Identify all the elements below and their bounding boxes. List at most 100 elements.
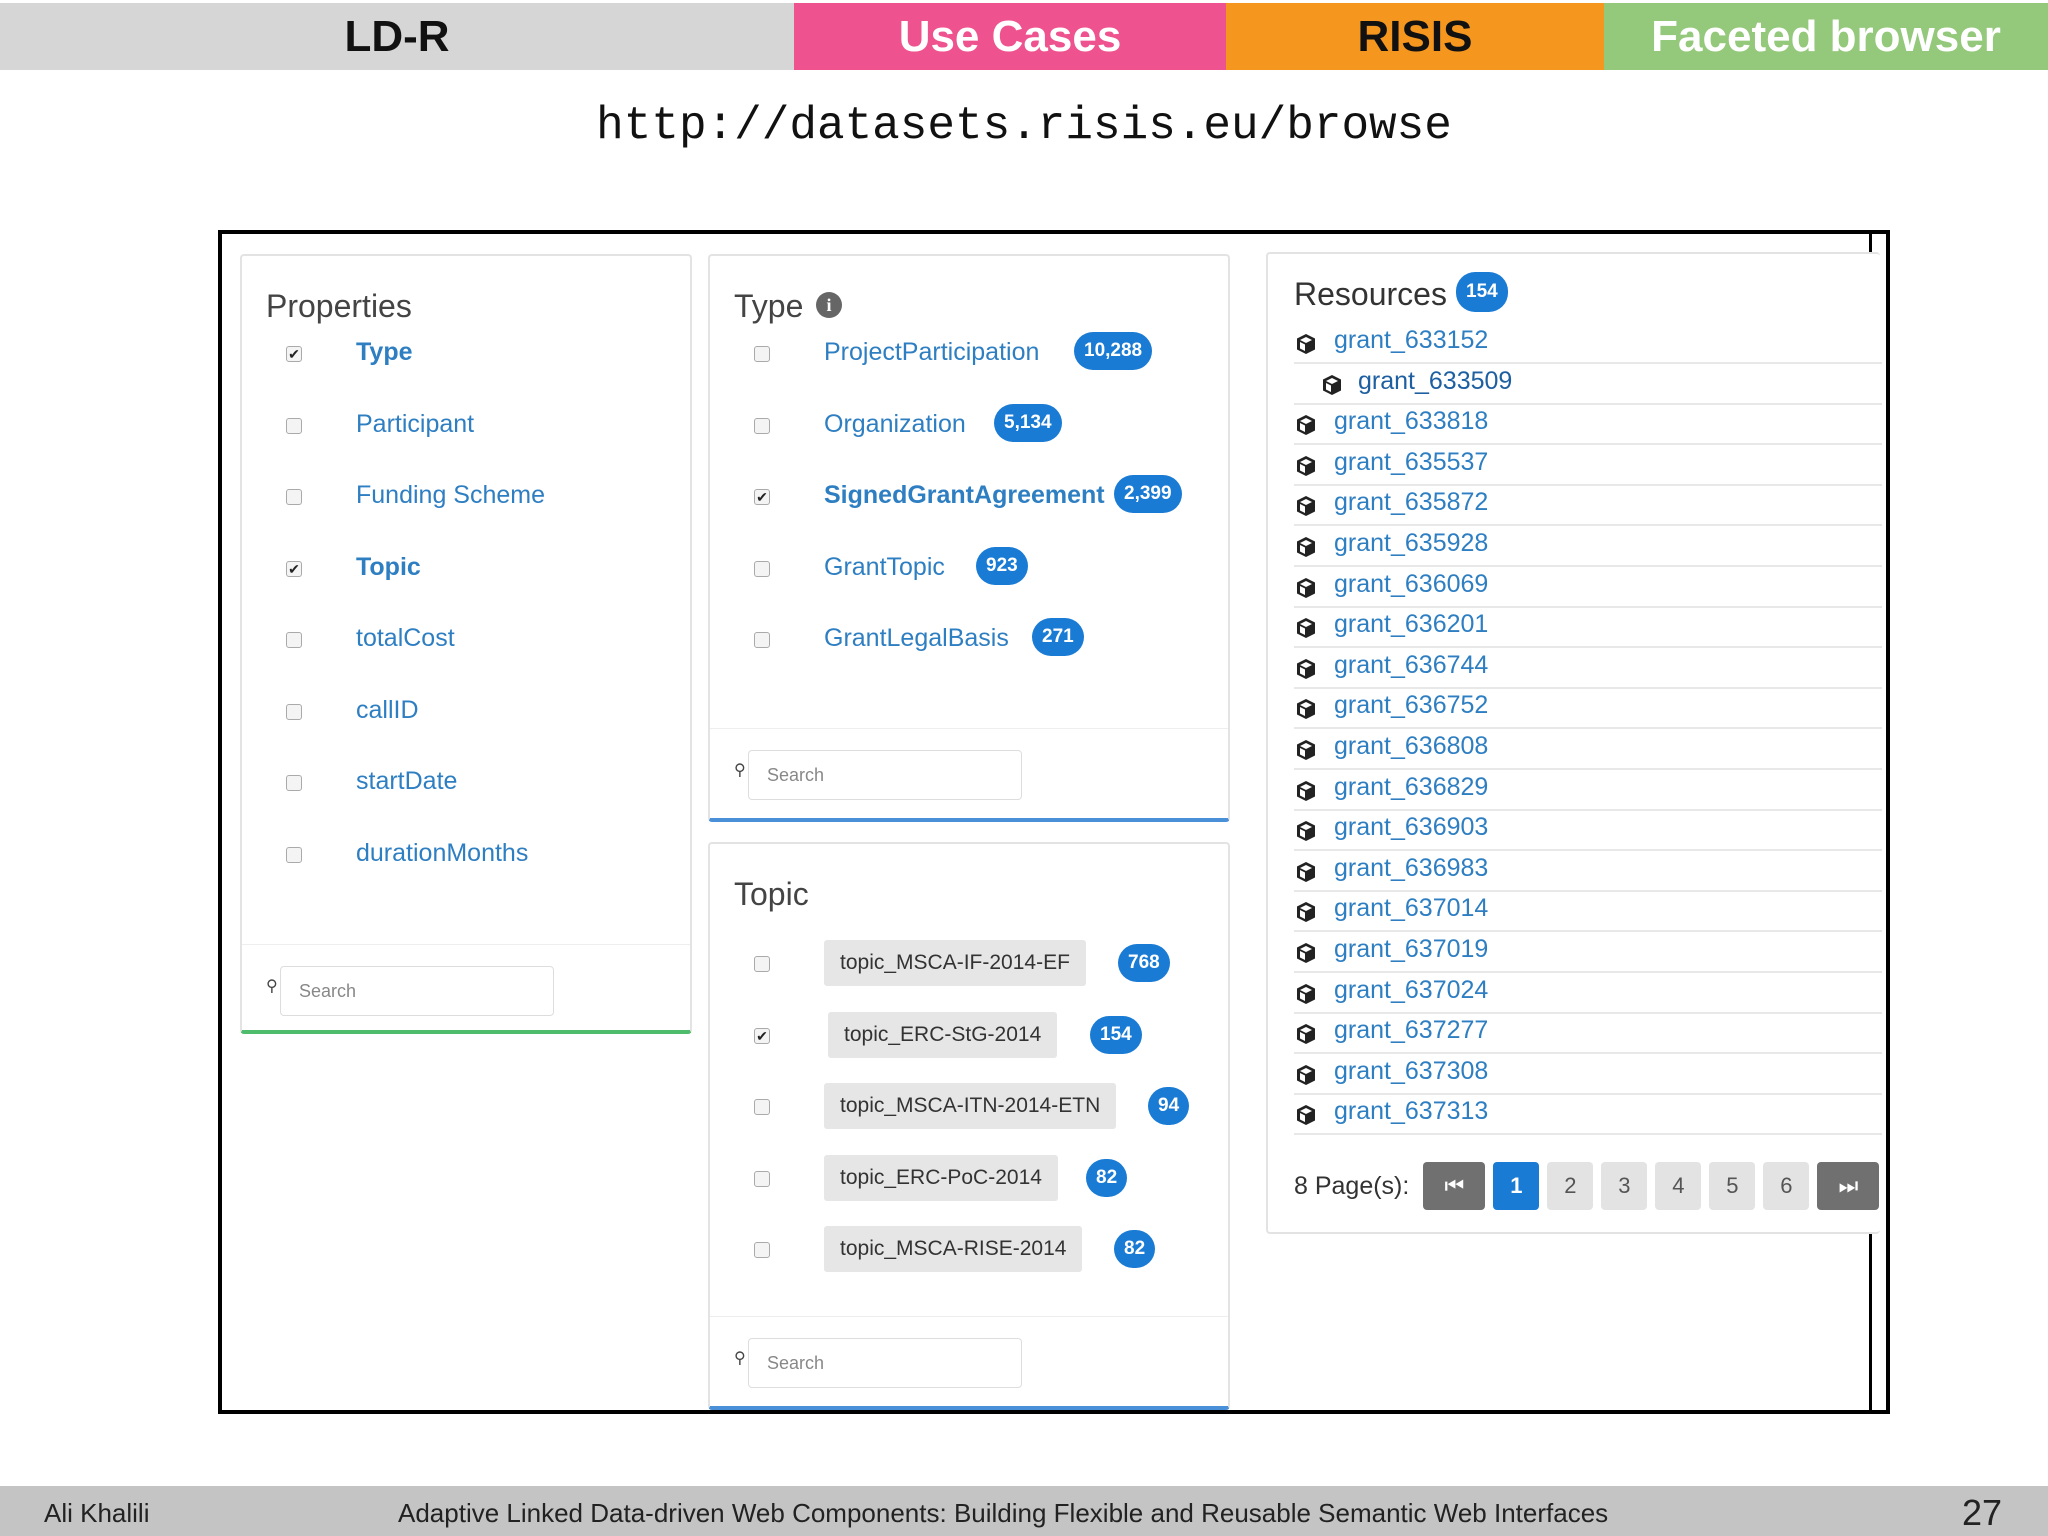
resource-link[interactable]: grant_636808 (1334, 732, 1488, 761)
count-badge: 5,134 (994, 403, 1062, 442)
property-checkbox[interactable] (286, 632, 302, 648)
resource-link[interactable]: grant_636983 (1334, 854, 1488, 883)
type-search-input[interactable] (748, 750, 1022, 800)
properties-panel: Properties ✔ Type Participant Funding Schem… (240, 254, 692, 1034)
cube-icon (1294, 1022, 1318, 1046)
topic-checkbox[interactable] (754, 956, 770, 972)
count-badge: 10,288 (1074, 332, 1153, 370)
resource-link[interactable]: grant_633509 (1358, 367, 1512, 396)
property-link[interactable]: Type (356, 338, 413, 367)
property-checkbox[interactable] (286, 846, 302, 863)
resource-row: grant_636744 (1294, 649, 1882, 689)
page-button[interactable]: 4 (1655, 1162, 1702, 1210)
resource-link[interactable]: grant_637277 (1334, 1016, 1488, 1045)
resource-row: grant_636903 (1294, 811, 1882, 852)
resource-link[interactable]: grant_633818 (1334, 407, 1488, 436)
type-checkbox[interactable] (754, 346, 770, 362)
property-link[interactable]: Topic (356, 553, 421, 582)
resource-row: grant_636069 (1294, 568, 1882, 608)
resource-row: grant_636201 (1294, 608, 1882, 649)
page-button[interactable]: 2 (1547, 1162, 1594, 1210)
resource-link[interactable]: grant_637308 (1334, 1057, 1488, 1086)
resource-row: grant_637014 (1294, 892, 1882, 933)
properties-title: Properties (266, 288, 412, 324)
url-text: http://datasets.risis.eu/browse (596, 100, 1452, 152)
first-page-button[interactable]: ⏮ (1423, 1162, 1486, 1210)
cube-icon (1294, 657, 1318, 681)
property-link[interactable]: startDate (356, 767, 457, 796)
author-name: Ali Khalili (44, 1498, 150, 1528)
topic-checkbox[interactable] (754, 1170, 770, 1187)
property-link[interactable]: callID (356, 696, 419, 725)
topic-checkbox[interactable] (754, 1099, 770, 1115)
resource-link[interactable]: grant_635537 (1334, 448, 1488, 477)
cube-icon (1294, 819, 1318, 843)
talk-title: Adaptive Linked Data-driven Web Componen… (398, 1498, 1609, 1528)
topic-chip[interactable]: topic_MSCA-RISE-2014 (824, 1226, 1083, 1272)
type-link[interactable]: SignedGrantAgreement (824, 481, 1105, 510)
count-badge: 94 (1148, 1087, 1190, 1125)
type-link[interactable]: GrantTopic (824, 553, 945, 582)
resource-link[interactable]: grant_637313 (1334, 1097, 1488, 1126)
info-icon[interactable]: i (816, 292, 842, 318)
resources-panel: Resources 154 grant_633152 grant_633509 gr… (1266, 252, 1882, 1234)
resource-row: grant_635537 (1294, 446, 1882, 486)
type-checkbox[interactable] (754, 417, 770, 434)
page-button[interactable]: 3 (1601, 1162, 1648, 1210)
page-button[interactable]: 1 (1493, 1162, 1540, 1210)
topic-search-input[interactable] (748, 1338, 1022, 1388)
last-page-button[interactable]: ⏭ (1817, 1162, 1880, 1210)
resource-row: grant_636983 (1294, 852, 1882, 892)
pagination: 8 Page(s): ⏮ 123456 ⏭ (1294, 1162, 1880, 1210)
resource-link[interactable]: grant_635928 (1334, 529, 1488, 558)
resource-link[interactable]: grant_635872 (1334, 488, 1488, 517)
topic-checkbox[interactable]: ✔ (754, 1027, 770, 1044)
property-checkbox[interactable] (286, 489, 302, 505)
resource-link[interactable]: grant_637024 (1334, 976, 1488, 1005)
tab-risis: RISIS (1226, 3, 1604, 70)
page-number: 27 (1961, 1492, 2002, 1533)
type-checkbox[interactable] (754, 560, 770, 577)
property-checkbox[interactable] (286, 775, 302, 791)
resource-link[interactable]: grant_636829 (1334, 773, 1488, 802)
properties-search-input[interactable] (280, 966, 554, 1016)
tab-use-cases: Use Cases (794, 3, 1226, 70)
resource-link[interactable]: grant_633152 (1334, 326, 1488, 355)
page-button[interactable]: 6 (1763, 1162, 1810, 1210)
type-checkbox[interactable] (754, 632, 770, 648)
property-checkbox[interactable] (286, 703, 302, 720)
resource-row: grant_637277 (1294, 1014, 1882, 1055)
property-checkbox[interactable]: ✔ (286, 346, 302, 362)
resource-row: grant_633509 (1294, 365, 1882, 405)
resource-link[interactable]: grant_636744 (1334, 651, 1488, 680)
topic-chip[interactable]: topic_ERC-PoC-2014 (824, 1154, 1058, 1201)
type-checkbox[interactable]: ✔ (754, 489, 770, 505)
topic-chip[interactable]: topic_MSCA-ITN-2014-ETN (824, 1083, 1117, 1129)
property-checkbox[interactable]: ✔ (286, 560, 302, 577)
resource-link[interactable]: grant_637014 (1334, 894, 1488, 923)
resource-link[interactable]: grant_636752 (1334, 691, 1488, 720)
resource-link[interactable]: grant_636069 (1334, 570, 1488, 599)
topic-checkbox[interactable] (754, 1242, 770, 1258)
type-link[interactable]: ProjectParticipation (824, 338, 1039, 367)
resource-link[interactable]: grant_636201 (1334, 610, 1488, 639)
cube-icon (1294, 738, 1318, 762)
property-link[interactable]: totalCost (356, 624, 455, 653)
property-link[interactable]: Funding Scheme (356, 481, 545, 510)
property-link[interactable]: Participant (356, 410, 474, 439)
cube-icon (1294, 697, 1318, 721)
topic-chip[interactable]: topic_ERC-StG-2014 (828, 1011, 1058, 1058)
search-icon: ⚲ (734, 762, 746, 779)
property-checkbox[interactable] (286, 417, 302, 434)
cube-icon (1294, 535, 1318, 559)
property-link[interactable]: durationMonths (356, 839, 528, 868)
topic-chip[interactable]: topic_MSCA-IF-2014-EF (824, 940, 1086, 986)
resource-link[interactable]: grant_637019 (1334, 935, 1488, 964)
cube-icon (1294, 982, 1318, 1006)
page-button[interactable]: 5 (1709, 1162, 1756, 1210)
resource-row: grant_637313 (1294, 1095, 1882, 1136)
type-link[interactable]: Organization (824, 410, 966, 439)
search-icon: ⚲ (266, 978, 278, 995)
resource-link[interactable]: grant_636903 (1334, 813, 1488, 842)
type-link[interactable]: GrantLegalBasis (824, 624, 1009, 653)
